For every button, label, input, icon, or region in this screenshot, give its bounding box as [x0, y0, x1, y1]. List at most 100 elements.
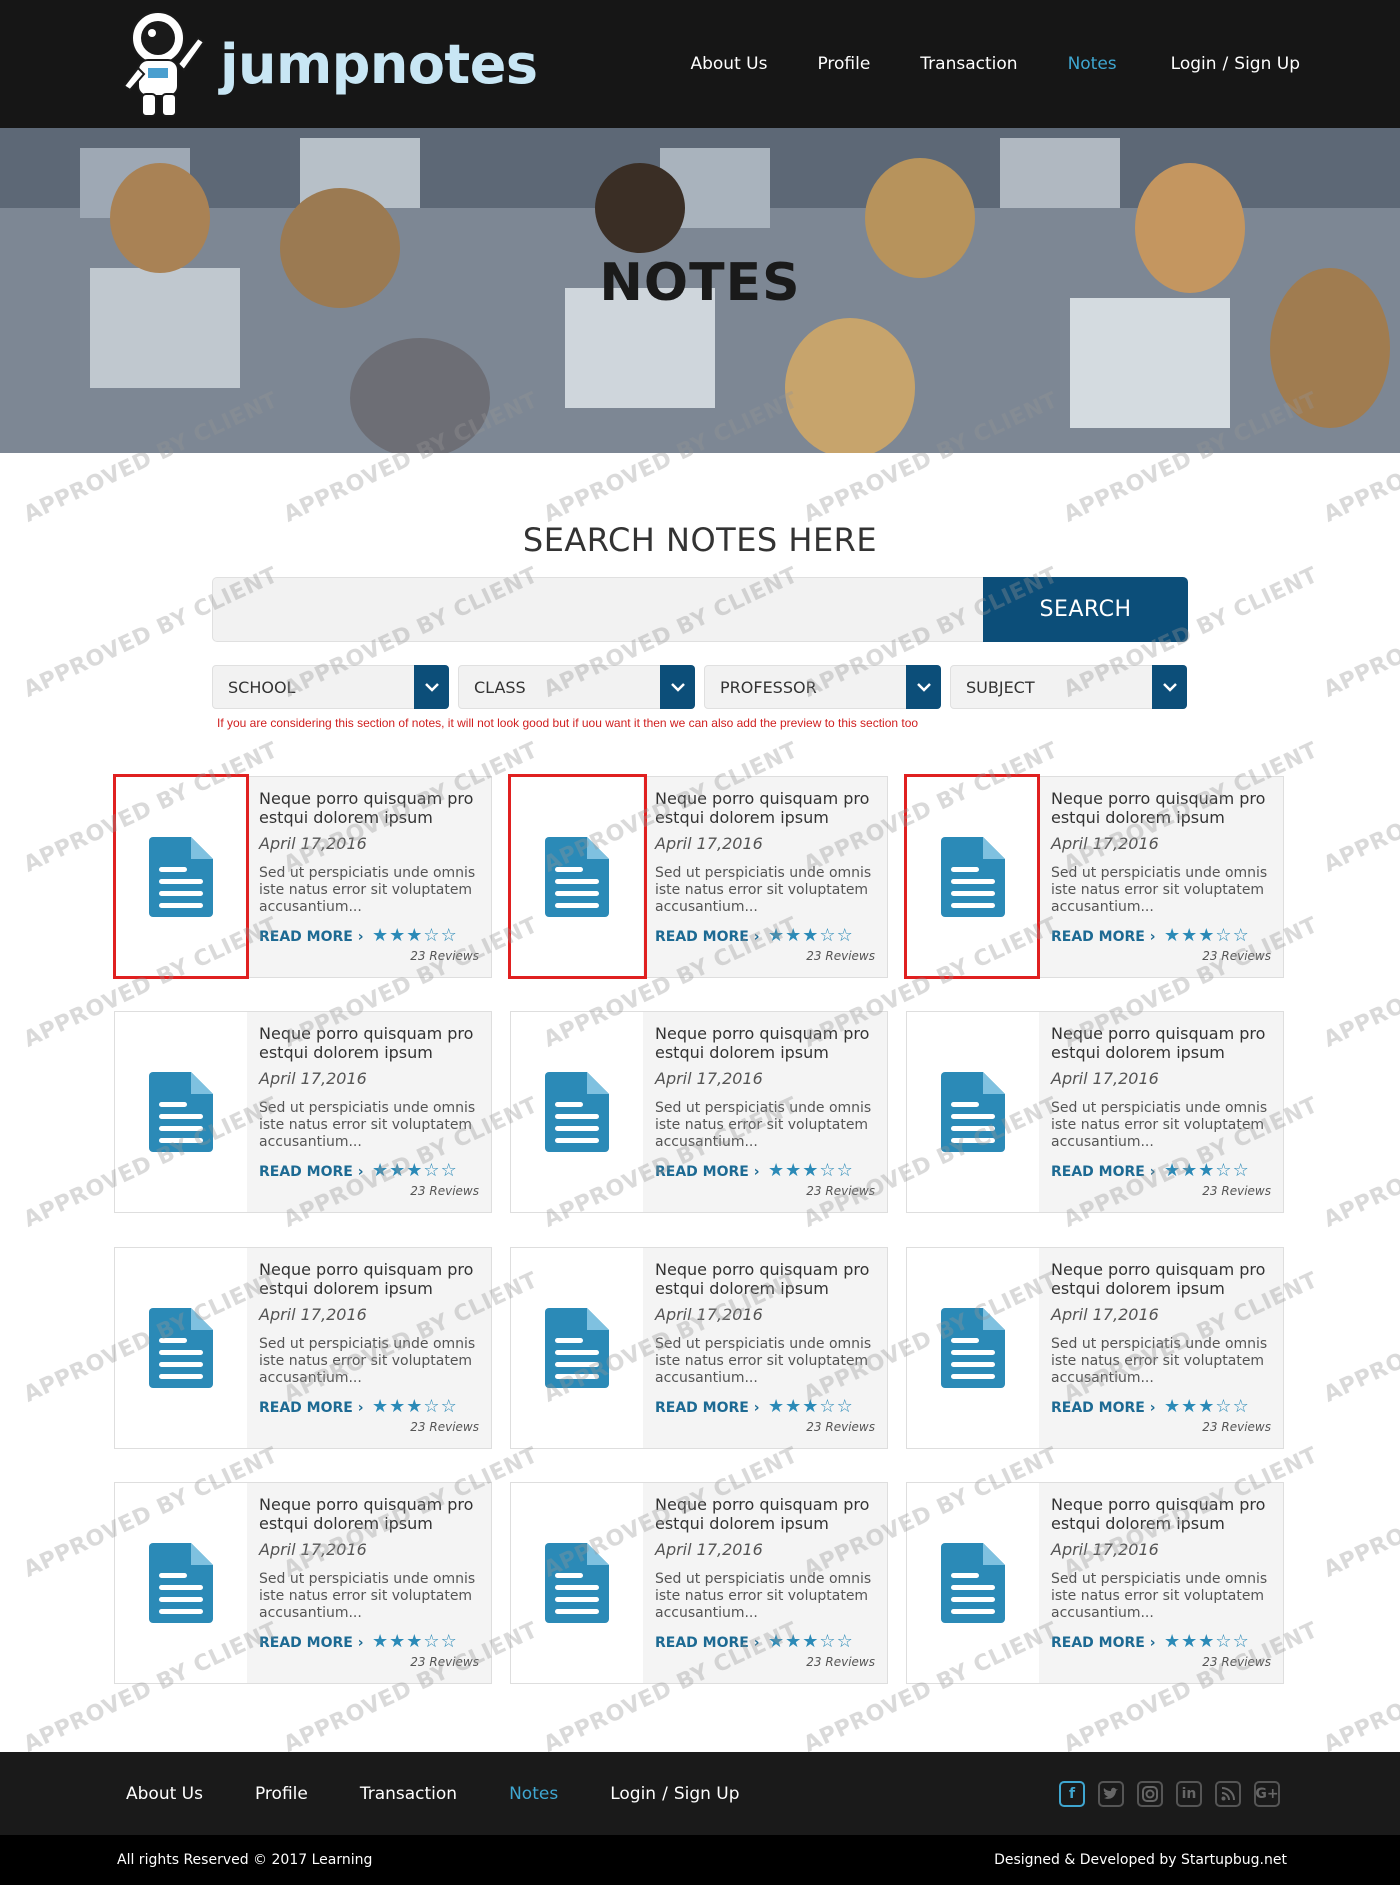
search-input[interactable] — [212, 577, 984, 642]
read-more-link[interactable]: READ MORE › — [655, 1400, 760, 1416]
note-card[interactable]: Neque porro quisquam pro estqui dolorem … — [510, 1247, 888, 1449]
class-select[interactable]: CLASS — [458, 665, 695, 709]
read-more-link[interactable]: READ MORE › — [1051, 929, 1156, 945]
note-card[interactable]: Neque porro quisquam pro estqui dolorem … — [510, 1482, 888, 1684]
twitter-icon[interactable] — [1098, 1780, 1124, 1807]
footer-nav-signup[interactable]: Sign Up — [674, 1784, 740, 1804]
subject-select[interactable]: SUBJECT — [950, 665, 1187, 709]
footer-nav-transaction[interactable]: Transaction — [360, 1784, 457, 1804]
review-count: 23 Reviews — [410, 1420, 479, 1434]
note-card-body: Neque porro quisquam pro estqui dolorem … — [643, 1248, 887, 1448]
note-title[interactable]: Neque porro quisquam pro estqui dolorem … — [1051, 1024, 1279, 1062]
footer-nav-profile[interactable]: Profile — [255, 1784, 308, 1804]
star-empty-icon: ☆ — [836, 1160, 854, 1181]
nav-profile[interactable]: Profile — [817, 54, 870, 74]
note-title[interactable]: Neque porro quisquam pro estqui dolorem … — [1051, 1495, 1279, 1533]
note-title[interactable]: Neque porro quisquam pro estqui dolorem … — [259, 789, 487, 827]
star-filled-icon: ★ — [406, 925, 424, 946]
facebook-icon[interactable]: f — [1059, 1780, 1085, 1807]
page-title: NOTES — [599, 253, 801, 313]
note-description: Sed ut perspiciatis unde omnis iste natu… — [1051, 1100, 1268, 1150]
review-count: 23 Reviews — [410, 949, 479, 963]
school-select[interactable]: SCHOOL — [212, 665, 449, 709]
read-more-link[interactable]: READ MORE › — [259, 1400, 364, 1416]
note-card-body: Neque porro quisquam pro estqui dolorem … — [643, 777, 887, 977]
document-icon[interactable] — [115, 1483, 247, 1683]
note-description: Sed ut perspiciatis unde omnis iste natu… — [1051, 1571, 1268, 1621]
star-empty-icon: ☆ — [819, 925, 837, 946]
note-title[interactable]: Neque porro quisquam pro estqui dolorem … — [655, 1260, 883, 1298]
note-date: April 17,2016 — [1051, 1069, 1159, 1088]
star-filled-icon: ★ — [372, 1631, 390, 1652]
star-filled-icon: ★ — [785, 1396, 803, 1417]
linkedin-icon[interactable]: in — [1176, 1780, 1202, 1807]
read-more-link[interactable]: READ MORE › — [1051, 1400, 1156, 1416]
footer-nav-notes[interactable]: Notes — [509, 1784, 558, 1804]
read-more-link[interactable]: READ MORE › — [655, 929, 760, 945]
nav-auth-separator: / — [1222, 54, 1229, 74]
document-icon[interactable] — [907, 1483, 1039, 1683]
astronaut-logo-icon — [122, 11, 206, 117]
note-title[interactable]: Neque porro quisquam pro estqui dolorem … — [259, 1024, 487, 1062]
note-card[interactable]: Neque porro quisquam pro estqui dolorem … — [510, 1011, 888, 1213]
watermark-text: APPROVED BY CLIENT — [1320, 1093, 1400, 1233]
nav-about-us[interactable]: About Us — [690, 54, 767, 74]
note-card-body: Neque porro quisquam pro estqui dolorem … — [1039, 1248, 1283, 1448]
star-empty-icon: ☆ — [836, 925, 854, 946]
document-icon[interactable] — [907, 1012, 1039, 1212]
annotation-box — [113, 774, 249, 979]
note-date: April 17,2016 — [259, 1540, 367, 1559]
read-more-link[interactable]: READ MORE › — [655, 1164, 760, 1180]
star-empty-icon: ☆ — [423, 1160, 441, 1181]
note-title[interactable]: Neque porro quisquam pro estqui dolorem … — [1051, 789, 1279, 827]
note-card[interactable]: Neque porro quisquam pro estqui dolorem … — [114, 1482, 492, 1684]
read-more-link[interactable]: READ MORE › — [259, 1635, 364, 1651]
note-date: April 17,2016 — [259, 834, 367, 853]
star-empty-icon: ☆ — [423, 1631, 441, 1652]
note-card[interactable]: Neque porro quisquam pro estqui dolorem … — [114, 1011, 492, 1213]
google-plus-icon[interactable]: G+ — [1254, 1780, 1280, 1807]
nav-notes[interactable]: Notes — [1068, 54, 1117, 74]
nav-transaction[interactable]: Transaction — [920, 54, 1017, 74]
note-title[interactable]: Neque porro quisquam pro estqui dolorem … — [655, 1024, 883, 1062]
star-filled-icon: ★ — [1198, 925, 1216, 946]
rating-stars: ★★★☆☆ — [372, 925, 458, 946]
star-empty-icon: ☆ — [819, 1631, 837, 1652]
document-icon[interactable] — [511, 1012, 643, 1212]
instagram-icon[interactable] — [1137, 1780, 1163, 1807]
nav-signup[interactable]: Sign Up — [1234, 54, 1300, 74]
read-more-link[interactable]: READ MORE › — [259, 1164, 364, 1180]
document-icon[interactable] — [907, 1248, 1039, 1448]
note-title[interactable]: Neque porro quisquam pro estqui dolorem … — [655, 789, 883, 827]
footer-nav-login[interactable]: Login — [610, 1784, 656, 1804]
search-button[interactable]: SEARCH — [983, 577, 1188, 642]
note-card[interactable]: Neque porro quisquam pro estqui dolorem … — [906, 1247, 1284, 1449]
note-date: April 17,2016 — [259, 1069, 367, 1088]
star-filled-icon: ★ — [389, 925, 407, 946]
footer-nav-about-us[interactable]: About Us — [126, 1784, 203, 1804]
note-title[interactable]: Neque porro quisquam pro estqui dolorem … — [655, 1495, 883, 1533]
nav-login[interactable]: Login — [1171, 54, 1217, 74]
note-card[interactable]: Neque porro quisquam pro estqui dolorem … — [906, 1482, 1284, 1684]
professor-select[interactable]: PROFESSOR — [704, 665, 941, 709]
logo[interactable]: jumpnotes — [118, 8, 538, 120]
note-title[interactable]: Neque porro quisquam pro estqui dolorem … — [259, 1260, 487, 1298]
rss-icon[interactable] — [1215, 1780, 1241, 1807]
document-icon[interactable] — [511, 1248, 643, 1448]
document-icon[interactable] — [115, 1012, 247, 1212]
note-card[interactable]: Neque porro quisquam pro estqui dolorem … — [114, 1247, 492, 1449]
read-more-link[interactable]: READ MORE › — [655, 1635, 760, 1651]
review-count: 23 Reviews — [1202, 949, 1271, 963]
document-icon[interactable] — [115, 1248, 247, 1448]
read-more-link[interactable]: READ MORE › — [259, 929, 364, 945]
footer-nav: About Us Profile Transaction Notes Login… — [126, 1752, 740, 1835]
note-title[interactable]: Neque porro quisquam pro estqui dolorem … — [1051, 1260, 1279, 1298]
document-icon[interactable] — [511, 1483, 643, 1683]
note-date: April 17,2016 — [259, 1305, 367, 1324]
note-card[interactable]: Neque porro quisquam pro estqui dolorem … — [906, 1011, 1284, 1213]
read-more-link[interactable]: READ MORE › — [1051, 1164, 1156, 1180]
note-title[interactable]: Neque porro quisquam pro estqui dolorem … — [259, 1495, 487, 1533]
review-count: 23 Reviews — [410, 1184, 479, 1198]
read-more-link[interactable]: READ MORE › — [1051, 1635, 1156, 1651]
star-filled-icon: ★ — [389, 1396, 407, 1417]
